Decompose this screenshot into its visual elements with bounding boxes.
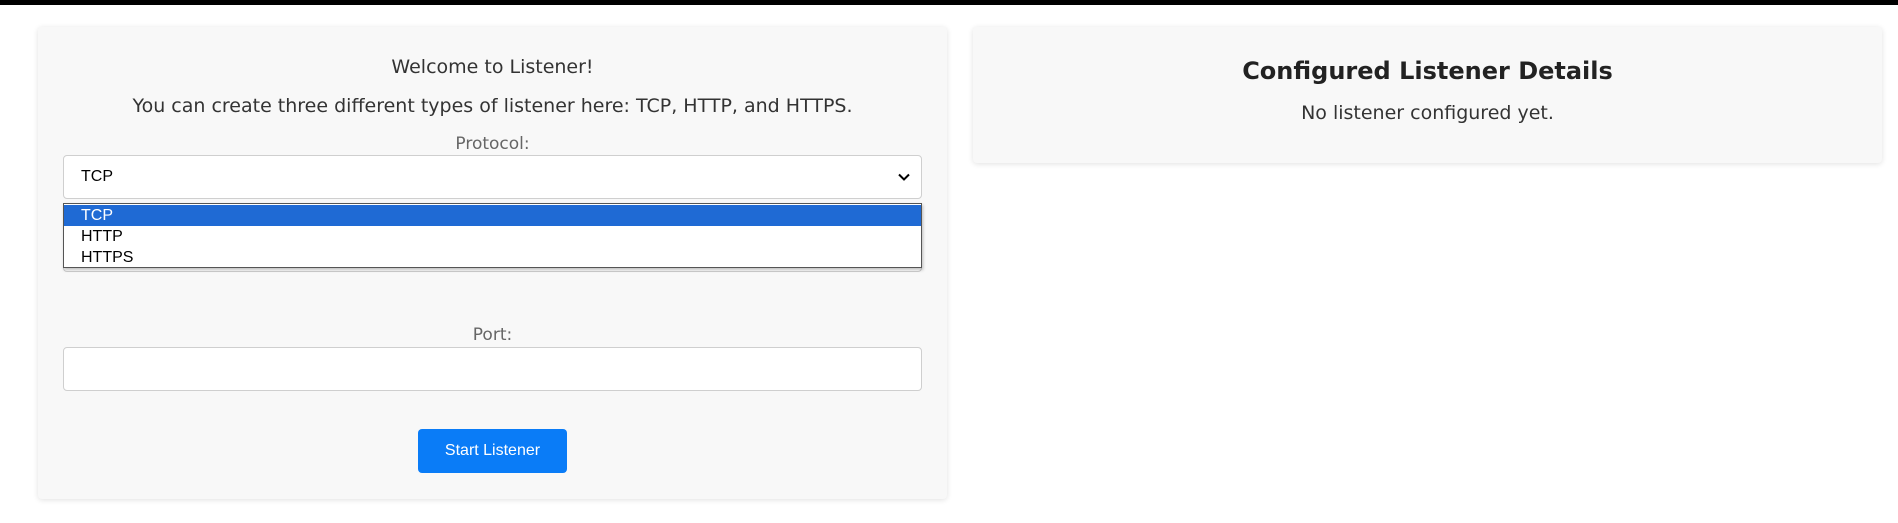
protocol-option-http[interactable]: HTTP: [64, 226, 921, 247]
protocol-option-tcp[interactable]: TCP: [64, 205, 921, 226]
top-bar: [0, 0, 1898, 5]
port-label: Port:: [472, 325, 513, 345]
listener-form-panel: Welcome to Listener! You can create thre…: [38, 27, 947, 499]
protocol-select-value: TCP: [81, 168, 113, 185]
protocol-label: Protocol:: [455, 134, 530, 154]
protocol-option-https[interactable]: HTTPS: [64, 247, 921, 268]
listener-details-panel: Configured Listener Details No listener …: [973, 27, 1882, 163]
details-status: No listener configured yet.: [1301, 102, 1554, 124]
chevron-down-icon: [898, 173, 910, 181]
welcome-heading: Welcome to Listener!: [391, 56, 594, 78]
protocol-dropdown-list: TCP HTTP HTTPS: [63, 203, 922, 268]
details-title: Configured Listener Details: [1242, 57, 1613, 85]
port-input[interactable]: [63, 347, 922, 391]
protocol-select[interactable]: TCP: [63, 155, 922, 199]
form-subtitle: You can create three different types of …: [132, 95, 853, 117]
start-listener-button[interactable]: Start Listener: [418, 429, 567, 473]
